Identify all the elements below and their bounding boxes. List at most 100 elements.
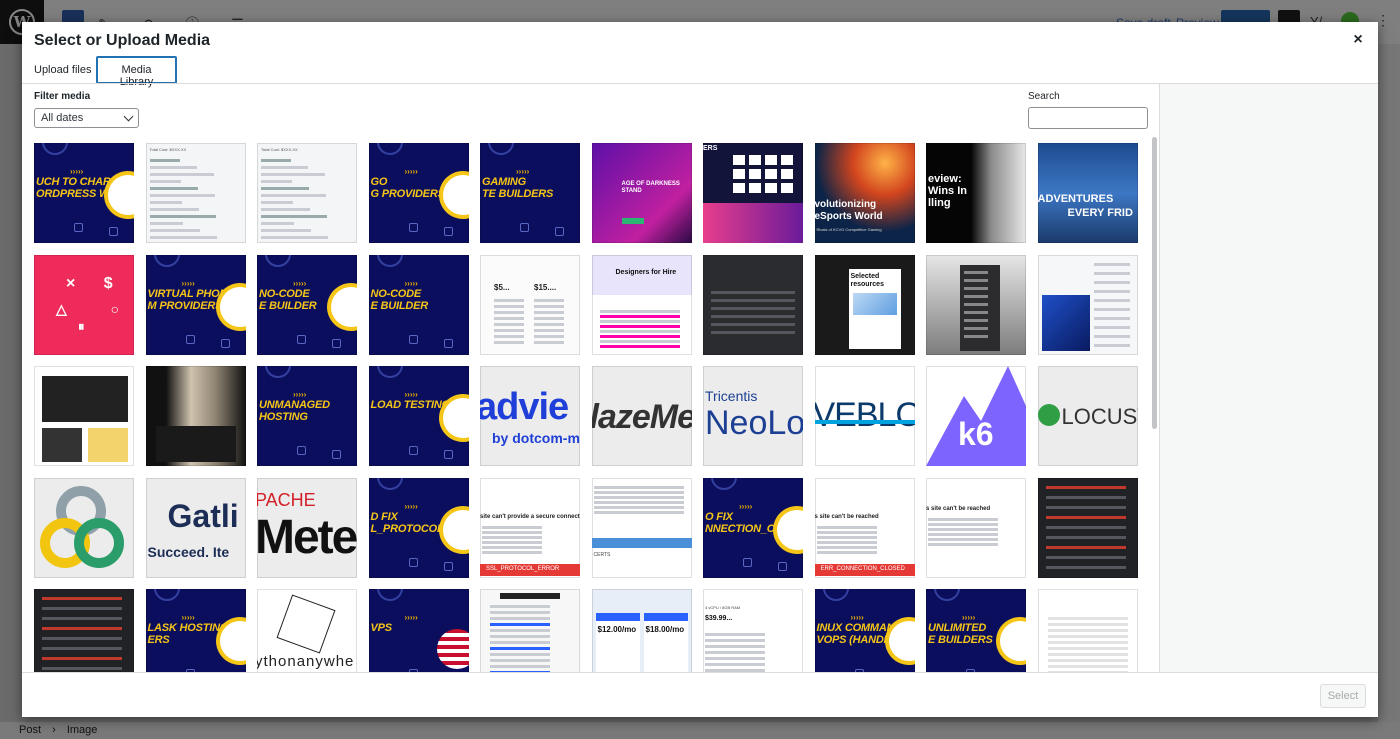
- thumbnail-text: PACHE: [257, 489, 316, 510]
- media-thumbnail[interactable]: [145, 366, 246, 466]
- media-thumbnail[interactable]: 4 vCPU / 8GB RAM $39.99...: [703, 589, 803, 672]
- thumbnail-text: GO: [370, 176, 388, 188]
- date-filter-select[interactable]: All dates: [34, 108, 139, 128]
- breadcrumb-post[interactable]: Post: [19, 724, 41, 736]
- media-thumbnail[interactable]: s site can't be reached ERR_CONNECTION_CL…: [814, 477, 915, 578]
- media-thumbnail[interactable]: ››››› UNMANAGED HOSTING: [257, 366, 357, 466]
- media-thumbnail[interactable]: Selected resources: [814, 254, 915, 355]
- media-thumbnail[interactable]: ADVENTURES EVERY FRID: [1037, 143, 1138, 243]
- media-thumbnail[interactable]: [34, 589, 134, 672]
- thumbnail-text: UNLIMITED: [928, 622, 987, 634]
- media-thumbnail[interactable]: [34, 477, 134, 578]
- media-thumbnail[interactable]: ›››››D FIXL_PROTOCOL_ERROR: [368, 477, 469, 578]
- thumbnail-text: $15....: [534, 282, 557, 292]
- thumbnail-text: k6: [958, 416, 994, 452]
- thumbnail-text: Designers for Hire: [615, 268, 677, 276]
- media-thumbnail[interactable]: Total Cost: $XXX.XX: [145, 143, 246, 243]
- media-thumbnail[interactable]: volutionizing eSports World Rivals of KCVO…: [814, 143, 915, 243]
- media-thumbnail[interactable]: ››››› GAMING TE BUILDERS: [480, 143, 580, 243]
- media-thumbnail[interactable]: $12.00/mo $18.00/mo: [591, 589, 692, 672]
- thumbnail-text: 4 vCPU / 8GB RAM: [705, 605, 741, 610]
- thumbnail-text: ythonanywhe: [257, 653, 355, 670]
- thumbnail-text: $12.00/mo: [597, 625, 637, 634]
- media-thumbnail[interactable]: ››››› VPS: [368, 589, 469, 672]
- tab-upload-files[interactable]: Upload files: [27, 56, 98, 84]
- thumbnail-text: Total Cost: $XXX.XX: [149, 147, 187, 152]
- media-thumbnail[interactable]: ››››› INUX COMMANDS VOPS (HANDBOOK): [814, 589, 915, 672]
- scrollbar[interactable]: [1152, 137, 1157, 429]
- thumbnail-text: lazeMe: [591, 398, 692, 436]
- media-thumbnail[interactable]: ythonanywhe: [257, 589, 357, 672]
- media-thumbnail[interactable]: ›››››UCH TO CHARGEORDPRESS WEBSITE?: [34, 143, 134, 243]
- thumbnail-text: STAND: [621, 188, 642, 194]
- media-thumbnail[interactable]: × $ △ ○ ⏸: [34, 254, 134, 355]
- media-thumbnail[interactable]: ››››› LOAD TESTING: [368, 366, 469, 466]
- breadcrumb-image[interactable]: Image: [67, 724, 98, 736]
- media-thumbnail[interactable]: eview: Wins In lling: [926, 143, 1026, 243]
- tab-media-library[interactable]: Media Library: [96, 56, 177, 88]
- thumbnail-text: s site can't be reached: [814, 513, 879, 520]
- media-thumbnail[interactable]: ››››› NO-CODE E BUILDER: [368, 254, 469, 355]
- thumbnail-text: CERTS: [593, 551, 611, 558]
- thumbnail-text: E BUILDER: [259, 299, 317, 312]
- media-thumbnail[interactable]: ››››› LASK HOSTING ERS: [145, 589, 246, 672]
- media-thumbnail[interactable]: [926, 254, 1026, 355]
- thumbnail-text: site can't provide a secure connection: [480, 513, 580, 520]
- thumbnail-text: M PROVIDERS: [147, 299, 223, 312]
- close-icon[interactable]: ×: [1345, 31, 1371, 51]
- thumbnail-text: ERS: [703, 145, 718, 152]
- thumbnail-text: LOCUST: [1061, 404, 1138, 429]
- select-button[interactable]: Select: [1320, 684, 1366, 708]
- media-thumbnail[interactable]: CERTS: [591, 477, 692, 578]
- thumbnail-text: LOAD TESTING: [370, 399, 451, 411]
- thumbnail-text: Succeed. Ite: [147, 543, 230, 560]
- media-thumbnail[interactable]: [480, 589, 580, 672]
- media-thumbnail[interactable]: $5... $15....: [480, 254, 580, 355]
- chevron-down-icon: [123, 111, 134, 122]
- media-thumbnail[interactable]: ››››› NO-CODE E BUILDER: [257, 254, 357, 355]
- media-thumbnail[interactable]: advie by dotcom-m: [480, 366, 580, 466]
- more-options-icon[interactable]: ⋮: [1376, 12, 1390, 29]
- media-thumbnail[interactable]: ››››› VIRTUAL PHONE M PROVIDERS: [145, 254, 246, 355]
- media-thumbnail[interactable]: [703, 254, 803, 355]
- thumbnail-text: D FIX: [370, 510, 398, 523]
- media-thumbnail[interactable]: LOCUST: [1037, 366, 1138, 466]
- media-thumbnail[interactable]: [1037, 589, 1138, 672]
- media-thumbnail[interactable]: k6: [926, 366, 1026, 466]
- media-thumbnail[interactable]: ››››› GO G PROVIDERS: [368, 143, 469, 243]
- media-thumbnail[interactable]: [1037, 477, 1138, 578]
- media-thumbnail[interactable]: lazeMe: [591, 366, 692, 466]
- breadcrumb: Post › Image: [0, 722, 1400, 739]
- thumbnail-text: G PROVIDERS: [370, 188, 445, 200]
- thumbnail-text: NO-CODE: [259, 287, 310, 300]
- thumbnail-text: ERS: [147, 634, 170, 646]
- media-thumbnail[interactable]: site can't provide a secure connection SS…: [480, 477, 580, 578]
- media-thumbnail[interactable]: Total Cost: $XXX.XX: [257, 143, 357, 243]
- media-thumbnail[interactable]: s site can't be reached: [926, 477, 1026, 578]
- thumbnail-text: △ ○: [56, 300, 134, 317]
- media-thumbnail[interactable]: Gatli Succeed. Ite: [145, 477, 246, 578]
- media-thumbnail[interactable]: VEBLOA: [814, 366, 915, 466]
- media-thumbnail[interactable]: AGE OF DARKNESS STAND: [591, 143, 692, 243]
- media-thumbnail[interactable]: [34, 366, 134, 466]
- thumbnail-text: volutionizing: [814, 199, 877, 210]
- media-thumbnail[interactable]: ERS: [703, 143, 803, 243]
- search-input[interactable]: [1028, 107, 1148, 129]
- thumbnail-text: $39.99...: [705, 615, 733, 622]
- thumbnail-text: ERR_CONNECTION_CLOSED: [820, 565, 905, 572]
- media-thumbnail[interactable]: PACHE Mete: [257, 477, 357, 578]
- thumbnail-text: LASK HOSTING: [147, 622, 229, 634]
- media-thumbnail[interactable]: ››››› O FIX NNECTION_CLOSED: [703, 477, 803, 578]
- thumbnail-text: E BUILDERS: [928, 634, 993, 646]
- thumbnail-text: Rivals of KCVO Competitive Gaming: [816, 227, 882, 232]
- thumbnail-text: AGE OF DARKNESS: [621, 181, 680, 187]
- media-thumbnail[interactable]: [1037, 254, 1138, 355]
- media-thumbnail[interactable]: Tricentis NeoLo: [703, 366, 803, 466]
- search-label: Search: [1028, 91, 1060, 102]
- thumbnail-text: eview:: [928, 173, 962, 185]
- thumbnail-text: Total Cost: $XXX.XX: [261, 147, 298, 152]
- media-thumbnail[interactable]: ››››› UNLIMITED E BUILDERS: [926, 589, 1026, 672]
- media-grid: ›››››UCH TO CHARGEORDPRESS WEBSITE? Total…: [22, 137, 1159, 672]
- thumbnail-text: O FIX: [705, 510, 733, 523]
- media-thumbnail[interactable]: Designers for Hire: [591, 254, 692, 355]
